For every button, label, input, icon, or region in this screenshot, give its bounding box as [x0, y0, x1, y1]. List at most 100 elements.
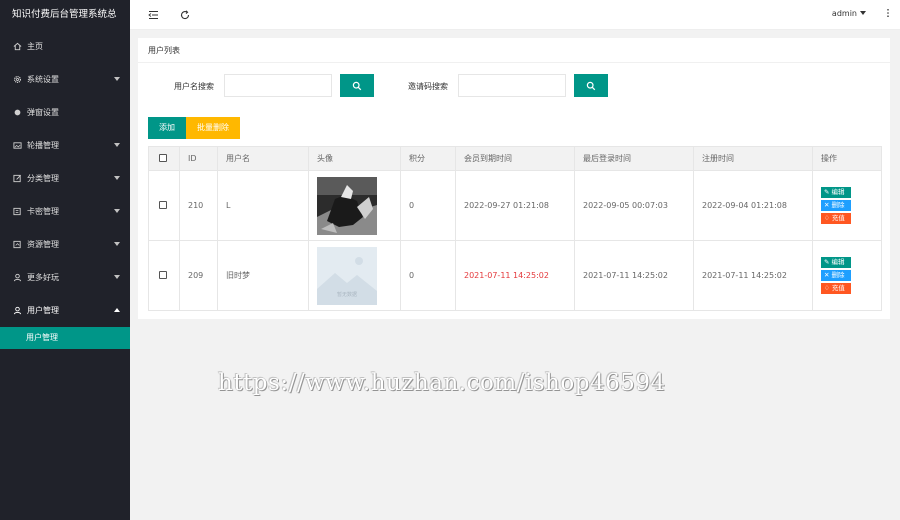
app-title: 知识付费后台管理系统总 — [0, 0, 130, 30]
cell-username: 旧时梦 — [217, 240, 309, 311]
col-avatar: 头像 — [308, 146, 401, 171]
card-title: 用户列表 — [138, 38, 890, 63]
cell-last-login: 2021-07-11 14:25:02 — [574, 240, 694, 311]
cell-username: L — [217, 170, 309, 241]
cell-actions: ✎ 编辑 ✕ 删除 ♢ 充值 — [812, 170, 882, 241]
chevron-down-icon — [114, 176, 120, 180]
edit-button[interactable]: ✎ 编辑 — [821, 187, 851, 198]
chevron-up-icon — [114, 308, 120, 312]
sidebar-item-more-fun[interactable]: 更多好玩 — [0, 261, 130, 294]
recharge-button[interactable]: ♢ 充值 — [821, 213, 851, 224]
chevron-down-icon — [114, 275, 120, 279]
delete-button[interactable]: ✕ 删除 — [821, 270, 851, 281]
sidebar-item-label: 用户管理 — [27, 306, 59, 315]
dot-icon — [12, 108, 22, 118]
delete-button[interactable]: ✕ 删除 — [821, 200, 851, 211]
collapse-menu-icon[interactable] — [146, 8, 160, 22]
table-row: 210 L 0 2022-09-27 01:21:08 2022-09-05 0… — [148, 170, 882, 241]
search-icon — [352, 81, 362, 90]
search-bar: 用户名搜索 邀请码搜索 — [138, 74, 890, 98]
cell-vip-expire-expired: 2021-07-11 14:25:02 — [455, 240, 575, 311]
col-last-login: 最后登录时间 — [574, 146, 694, 171]
cell-vip-expire: 2022-09-27 01:21:08 — [455, 170, 575, 241]
user-list-card: 用户列表 用户名搜索 邀请码搜索 添加 批量删除 ID 用户名 头像 积分 会员… — [138, 38, 890, 319]
search-icon — [586, 81, 596, 90]
sidebar-item-label: 系统设置 — [27, 75, 59, 84]
sidebar-subitem-user-management[interactable]: 用户管理 — [0, 327, 130, 349]
recharge-button[interactable]: ♢ 充值 — [821, 283, 851, 294]
sidebar-item-banner[interactable]: 轮播管理 — [0, 129, 130, 162]
more-vertical-icon[interactable] — [886, 8, 890, 21]
sidebar-item-label: 卡密管理 — [27, 207, 59, 216]
cell-id: 210 — [179, 170, 218, 241]
chevron-down-icon — [114, 143, 120, 147]
refresh-icon[interactable] — [178, 8, 192, 22]
caret-down-icon — [860, 11, 866, 15]
cell-avatar: 暂无数据 — [308, 240, 401, 311]
row-checkbox[interactable] — [159, 200, 167, 209]
sidebar: 知识付费后台管理系统总 主页 系统设置 弹窗设置 轮播管理 分类管理 卡密管理 … — [0, 0, 130, 520]
image-icon — [12, 141, 22, 151]
sidebar-item-user-management[interactable]: 用户管理 — [0, 294, 130, 327]
sidebar-item-label: 更多好玩 — [27, 273, 59, 282]
col-actions: 操作 — [812, 146, 882, 171]
add-button[interactable]: 添加 — [148, 117, 186, 139]
sidebar-item-label: 轮播管理 — [27, 141, 59, 150]
username-search-input[interactable] — [224, 74, 332, 97]
row-checkbox[interactable] — [159, 270, 167, 279]
username-search-button[interactable] — [340, 74, 374, 97]
card-icon — [12, 207, 22, 217]
invite-search-button[interactable] — [574, 74, 608, 97]
cell-register: 2022-09-04 01:21:08 — [693, 170, 813, 241]
home-icon — [12, 42, 22, 52]
sidebar-item-card-key[interactable]: 卡密管理 — [0, 195, 130, 228]
cell-points: 0 — [400, 170, 456, 241]
username-label: admin — [831, 9, 857, 18]
cell-points: 0 — [400, 240, 456, 311]
col-username: 用户名 — [217, 146, 309, 171]
gear-icon — [12, 75, 22, 85]
delete-label: 删除 — [831, 271, 845, 279]
sidebar-item-label: 分类管理 — [27, 174, 59, 183]
chevron-down-icon — [114, 209, 120, 213]
batch-delete-button[interactable]: 批量删除 — [186, 117, 240, 139]
username-search-label: 用户名搜索 — [174, 82, 214, 91]
chevron-down-icon — [114, 77, 120, 81]
edit-icon — [12, 174, 22, 184]
col-vip-expire: 会员到期时间 — [455, 146, 575, 171]
placeholder-image-text: 暂无数据 — [337, 291, 357, 298]
sidebar-item-resource[interactable]: 资源管理 — [0, 228, 130, 261]
sidebar-submenu: 用户管理 — [0, 327, 130, 349]
sidebar-item-home[interactable]: 主页 — [0, 30, 130, 63]
delete-label: 删除 — [831, 201, 845, 209]
row-select-cell — [148, 240, 180, 311]
row-select-cell — [148, 170, 180, 241]
topbar: admin — [130, 0, 900, 30]
avatar-placeholder-image[interactable]: 暂无数据 — [317, 246, 377, 305]
col-points: 积分 — [400, 146, 456, 171]
cell-avatar — [308, 170, 401, 241]
invite-search-label: 邀请码搜索 — [408, 82, 448, 91]
col-id: ID — [179, 146, 218, 171]
edit-label: 编辑 — [831, 258, 845, 266]
cell-actions: ✎ 编辑 ✕ 删除 ♢ 充值 — [812, 240, 882, 311]
select-all-checkbox[interactable] — [159, 153, 167, 162]
resource-icon — [12, 240, 22, 250]
edit-button[interactable]: ✎ 编辑 — [821, 257, 851, 268]
invite-search-input[interactable] — [458, 74, 566, 97]
sidebar-item-label: 资源管理 — [27, 240, 59, 249]
sidebar-item-popup-settings[interactable]: 弹窗设置 — [0, 96, 130, 129]
sidebar-item-system-settings[interactable]: 系统设置 — [0, 63, 130, 96]
recharge-label: 充值 — [831, 284, 845, 292]
sidebar-item-category[interactable]: 分类管理 — [0, 162, 130, 195]
user-menu[interactable]: admin — [832, 9, 866, 18]
table-row: 209 旧时梦 暂无数据 0 2021-07-11 14:25:02 2021-… — [148, 240, 882, 311]
sidebar-item-label: 弹窗设置 — [27, 108, 59, 117]
cell-register: 2021-07-11 14:25:02 — [693, 240, 813, 311]
avatar-image[interactable] — [317, 176, 377, 235]
cell-last-login: 2022-09-05 00:07:03 — [574, 170, 694, 241]
user-table: ID 用户名 头像 积分 会员到期时间 最后登录时间 注册时间 操作 210 L — [148, 146, 882, 311]
cell-id: 209 — [179, 240, 218, 311]
user-icon — [12, 273, 22, 283]
table-header-row: ID 用户名 头像 积分 会员到期时间 最后登录时间 注册时间 操作 — [148, 146, 882, 171]
